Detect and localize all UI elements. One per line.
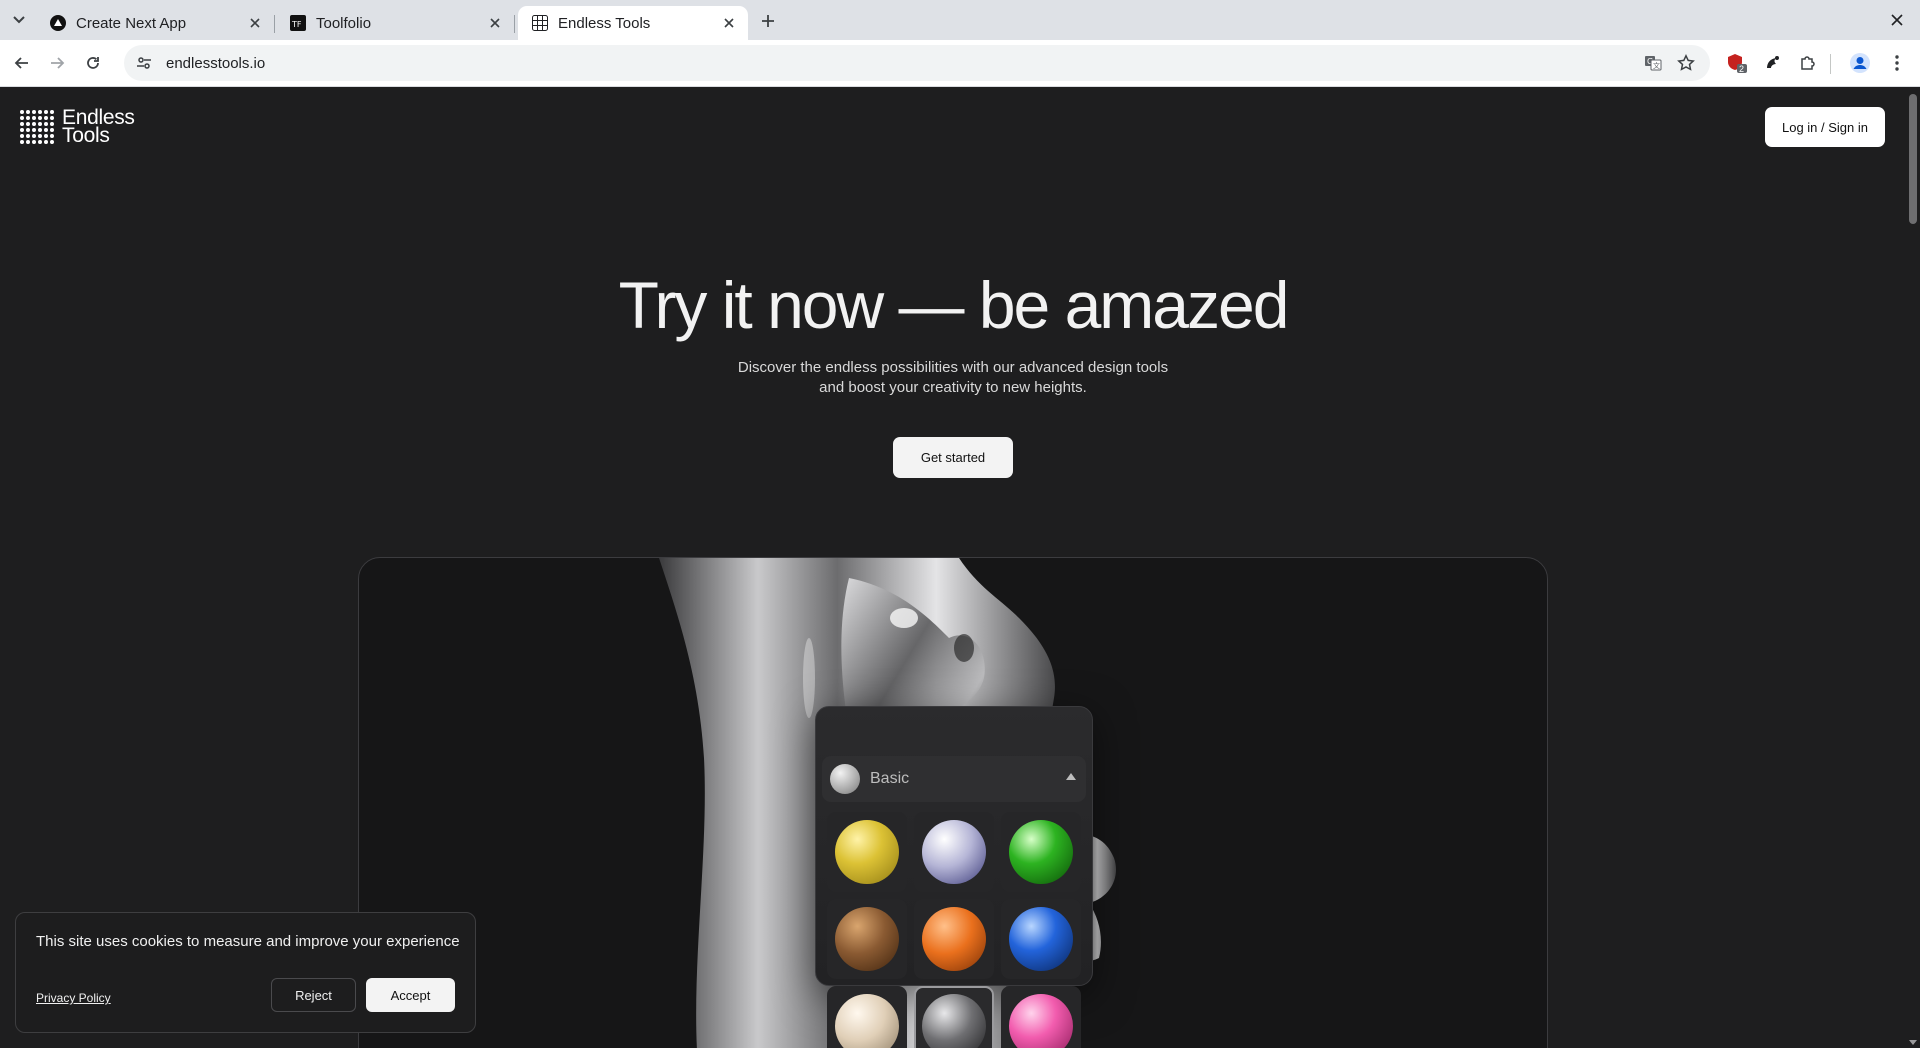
site-info-icon[interactable] [134,53,154,73]
translate-button[interactable]: G文 [1639,49,1667,77]
arrow-right-icon [51,57,65,69]
get-started-button[interactable]: Get started [893,437,1013,478]
reload-button[interactable] [80,50,106,76]
tab-create-next-app[interactable]: Create Next App [36,6,275,40]
extension-badge: 2 [1739,64,1745,74]
close-tab-icon[interactable] [720,14,738,32]
material-swatch-ceramic[interactable] [827,986,907,1048]
more-vertical-icon [1895,55,1899,71]
tab-endless-tools[interactable]: Endless Tools [518,6,748,40]
material-grid [827,812,1081,1048]
tab-toolfolio[interactable]: TF Toolfolio [276,6,515,40]
hero-subtitle-line-1: Discover the endless possibilities with … [737,359,1169,376]
reload-icon [87,57,99,69]
accept-cookies-button[interactable]: Accept [366,978,455,1012]
browser-menu-button[interactable] [1884,50,1910,76]
page-viewport: Endless Tools Log in / Sign in Try it no… [0,88,1906,1048]
material-category-dropdown[interactable]: Basic [822,756,1086,802]
toolbar-divider [1830,54,1831,74]
scroll-down-arrow-icon[interactable] [1908,1038,1918,1046]
endless-tools-grid-icon [532,15,548,31]
material-swatch-blue[interactable] [1001,899,1081,979]
url-text: endlesstools.io [166,54,266,72]
hero-title: Try it now — be amazed [618,268,1290,342]
material-swatch-wood[interactable] [827,899,907,979]
vercel-triangle-icon [50,15,66,31]
logo-wordmark: Endless Tools [62,107,135,147]
material-swatch-glass[interactable] [914,986,994,1048]
star-icon [1677,54,1695,71]
window-close-button[interactable] [1886,9,1908,31]
scrollbar-thumb[interactable] [1909,94,1917,224]
cookie-message: This site uses cookies to measure and im… [36,933,460,950]
close-tab-icon[interactable] [486,14,504,32]
chevron-down-icon [13,16,25,24]
tab-title: Toolfolio [316,14,372,32]
material-swatch-green[interactable] [1001,812,1081,892]
svg-text:文: 文 [1653,61,1660,70]
reject-cookies-button[interactable]: Reject [271,978,356,1012]
cookie-banner: This site uses cookies to measure and im… [15,912,476,1033]
toolfolio-icon: TF [290,15,306,31]
profile-button[interactable] [1847,50,1873,76]
hero-subtitle: Discover the endless possibilities with … [0,358,1906,398]
shield-extension-icon [1728,54,1747,73]
tab-title: Endless Tools [558,14,651,32]
avatar-icon [1850,53,1870,73]
browser-tab-strip: Create Next App TF Toolfolio Endless Too… [0,0,1920,40]
puzzle-icon [1801,56,1815,70]
privacy-policy-link[interactable]: Privacy Policy [36,991,111,1005]
close-tab-icon[interactable] [246,14,264,32]
site-logo[interactable]: Endless Tools [20,107,135,147]
dot-grid-logo-icon [20,110,54,144]
tab-title: Create Next App [76,14,187,32]
back-button[interactable] [9,50,35,76]
material-swatch-yellow[interactable] [827,812,907,892]
tab-search-button[interactable] [6,8,32,32]
page-scrollbar[interactable] [1906,88,1920,1048]
extension-button[interactable] [1759,50,1785,76]
address-bar[interactable]: endlesstools.io [124,45,1710,81]
sparkle-extension-icon [1767,56,1779,68]
logo-line-2: Tools [62,124,110,147]
extension-shield-button[interactable]: 2 [1724,50,1750,76]
material-swatch-pink[interactable] [1001,986,1081,1048]
category-label: Basic [870,770,910,787]
arrow-left-icon [14,57,28,69]
caret-up-icon [1066,773,1076,780]
hero-subtitle-line-2: and boost your creativity to new heights… [819,379,1087,396]
category-swatch [830,764,860,794]
close-icon [1891,14,1903,26]
plus-icon [762,15,774,27]
svg-text:TF: TF [291,20,302,29]
translate-icon: G文 [1645,56,1662,71]
forward-button[interactable] [44,50,70,76]
browser-toolbar: endlesstools.io G文 2 [0,40,1920,87]
material-swatch-marble[interactable] [914,812,994,892]
login-button[interactable]: Log in / Sign in [1765,107,1885,147]
material-picker-panel: Basic [815,706,1093,1048]
new-tab-button[interactable] [756,9,780,33]
bookmark-button[interactable] [1672,49,1700,77]
extensions-menu-button[interactable] [1795,50,1821,76]
material-swatch-orange-tile[interactable] [914,899,994,979]
